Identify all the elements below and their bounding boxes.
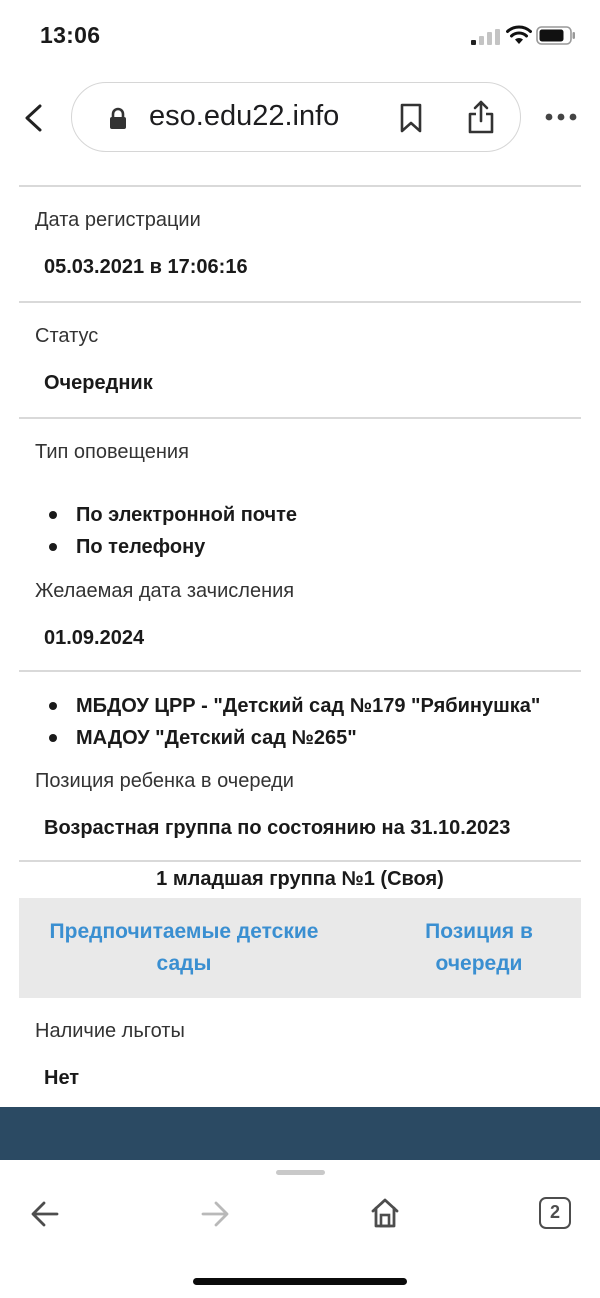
back-arrow-icon[interactable] [30, 1200, 60, 1228]
registration-date-label: Дата регистрации [35, 209, 201, 231]
list-item: По телефону [49, 531, 581, 563]
home-icon[interactable] [370, 1197, 400, 1229]
tab-label: очереди [435, 952, 523, 975]
group-name: 1 младшая группа №1 (Своя) [156, 868, 444, 890]
toolbar-grabber[interactable] [276, 1170, 325, 1175]
address-bar[interactable]: eso.edu22.info [71, 82, 521, 152]
status-bar: 13:06 [0, 0, 600, 70]
list-item: По электронной почте [49, 499, 581, 531]
benefit-value: Нет [44, 1067, 80, 1089]
share-icon[interactable] [466, 99, 496, 135]
notification-type-list: По электронной почте По телефону [19, 499, 581, 563]
kindergarten-list: МБДОУ ЦРР - "Детский сад №179 "Рябинушка… [19, 690, 581, 754]
lock-icon [110, 107, 126, 129]
status-time: 13:06 [40, 22, 101, 48]
tab-label: сады [156, 952, 212, 975]
status-label: Статус [35, 325, 99, 347]
home-indicator [193, 1278, 407, 1285]
forward-arrow-icon[interactable] [200, 1200, 230, 1228]
application-details: Дата регистрации 05.03.2021 в 17:06:16 С… [19, 185, 581, 1090]
browser-address-row: eso.edu22.info [0, 82, 600, 154]
status-value: Очередник [44, 372, 153, 394]
list-item: МБДОУ ЦРР - "Детский сад №179 "Рябинушка… [49, 690, 581, 722]
list-item: МАДОУ "Детский сад №265" [49, 722, 581, 754]
wifi-icon [506, 25, 532, 44]
tab-label: Позиция в [425, 920, 533, 943]
desired-date-label: Желаемая дата зачисления [35, 580, 295, 602]
battery-icon [536, 26, 575, 45]
tab-queue-position[interactable]: Позиция в очереди [399, 916, 559, 980]
back-chevron-icon[interactable] [18, 102, 48, 134]
benefit-label: Наличие льготы [35, 1020, 185, 1042]
bookmark-icon[interactable] [398, 103, 424, 133]
page-footer-band [0, 1107, 600, 1160]
cellular-signal-icon [471, 29, 500, 45]
tab-label: Предпочитаемые детские [49, 920, 319, 943]
url-text: eso.edu22.info [149, 100, 340, 132]
queue-position-label: Позиция ребенка в очереди [35, 770, 294, 792]
browser-toolbar: 2 [0, 1160, 600, 1298]
tabs-panel: Предпочитаемые детские сады Позиция в оч… [19, 898, 581, 998]
notification-type-label: Тип оповещения [35, 441, 189, 463]
more-options-icon[interactable] [544, 111, 578, 123]
tabs-count-button[interactable]: 2 [539, 1197, 571, 1229]
desired-date-value: 01.09.2024 [44, 627, 145, 649]
registration-date-value: 05.03.2021 в 17:06:16 [44, 256, 248, 278]
tab-preferred-kindergartens[interactable]: Предпочитаемые детские сады [19, 916, 349, 980]
queue-position-value: Возрастная группа по состоянию на 31.10.… [44, 817, 511, 839]
